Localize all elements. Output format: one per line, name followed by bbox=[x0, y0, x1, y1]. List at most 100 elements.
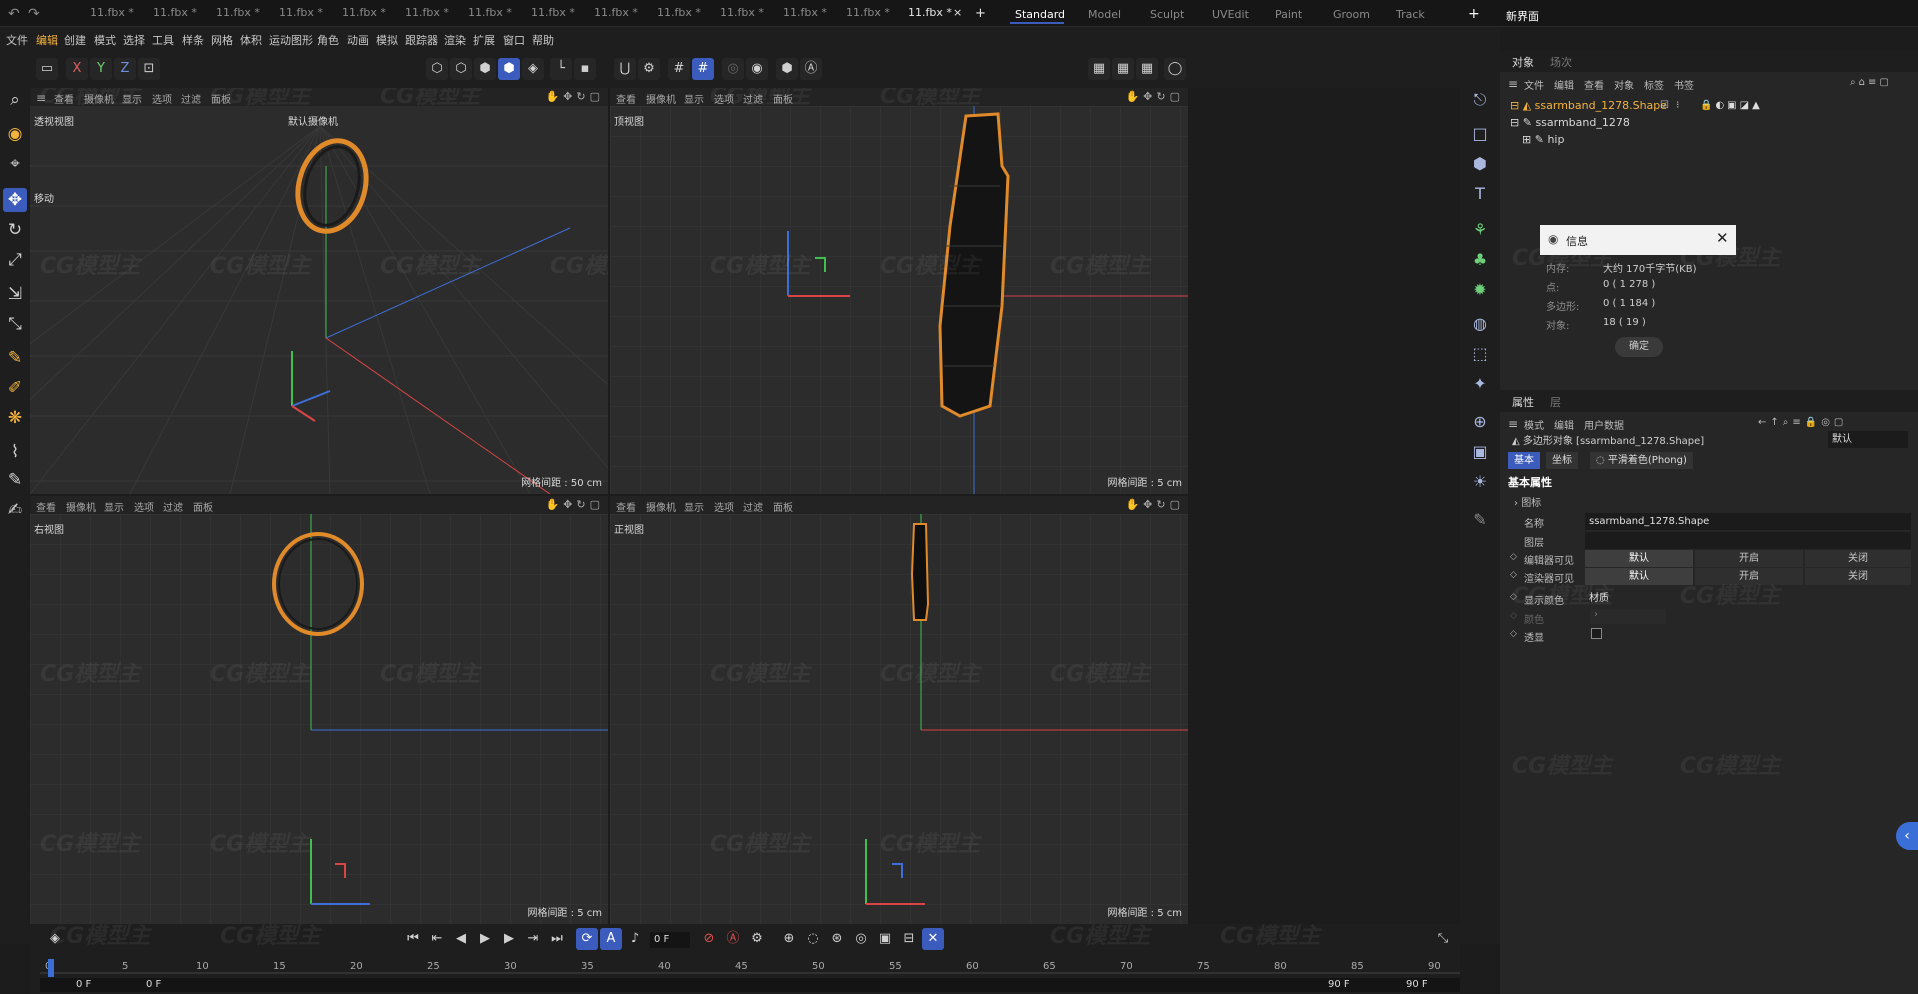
playhead[interactable] bbox=[48, 959, 54, 977]
close-tab-icon[interactable]: × bbox=[953, 6, 962, 22]
attr-menu-edit[interactable]: 编辑 bbox=[1554, 417, 1574, 432]
menu-file[interactable]: 文件 bbox=[6, 32, 28, 48]
coordinate-system-icon[interactable]: ⊡ bbox=[138, 58, 160, 80]
generator-icon[interactable]: ⚘ bbox=[1468, 218, 1492, 242]
scale-tool-icon[interactable]: ⤢ bbox=[3, 248, 27, 272]
live-select-icon[interactable]: ◉ bbox=[3, 122, 27, 146]
om-menu-edit[interactable]: 编辑 bbox=[1554, 77, 1574, 92]
menu-edit[interactable]: 编辑 bbox=[36, 32, 58, 48]
om-search-icons[interactable]: ⌕⌂≡▢ bbox=[1850, 77, 1892, 88]
doc-tab[interactable]: 11.fbx * bbox=[279, 6, 323, 22]
render-region-icon[interactable]: ◎ bbox=[722, 58, 744, 80]
attr-nav-icons[interactable]: ←↑⌕≡🔒◎▢ bbox=[1758, 417, 1847, 428]
vp-menu-display[interactable]: 显示 bbox=[684, 91, 704, 106]
viewport-nav-icons[interactable]: ✋✥↻▢ bbox=[1125, 90, 1184, 103]
doc-tab[interactable]: 11.fbx * bbox=[720, 6, 764, 22]
subtab-basic[interactable]: 基本 bbox=[1508, 452, 1540, 469]
menu-window[interactable]: 窗口 bbox=[503, 32, 525, 48]
vp-menu-camera[interactable]: 摄像机 bbox=[646, 91, 676, 106]
object-mode-icon[interactable]: ⬢ bbox=[498, 58, 520, 80]
add-layout-icon[interactable]: + bbox=[1468, 6, 1480, 22]
keyframe-icon[interactable]: ◇ bbox=[1510, 629, 1517, 639]
hamburger-icon[interactable]: ≡ bbox=[1508, 417, 1518, 431]
target-icon[interactable]: ◉ bbox=[746, 58, 768, 80]
attr-menu-userdata[interactable]: 用户数据 bbox=[1584, 417, 1624, 432]
doc-tab[interactable]: 11.fbx * bbox=[531, 6, 575, 22]
render-view-icon[interactable]: ▦ bbox=[1088, 58, 1110, 80]
menu-volume[interactable]: 体积 bbox=[240, 32, 262, 48]
layout-track[interactable]: Track bbox=[1396, 8, 1425, 21]
tab-attributes[interactable]: 属性 bbox=[1512, 394, 1534, 410]
render-picture-viewer-icon[interactable]: ▦ bbox=[1112, 58, 1134, 80]
play-icon[interactable]: ▶ bbox=[474, 928, 496, 950]
vp-menu-camera[interactable]: 摄像机 bbox=[66, 499, 96, 514]
perspective-viewport[interactable]: ≡ 查看 摄像机 显示 选项 过滤 面板 ✋✥↻▢ 透视视图 默认摄像机 移动 … bbox=[30, 88, 608, 494]
null-object-icon[interactable]: □ bbox=[1468, 122, 1492, 146]
vp-menu-view[interactable]: 查看 bbox=[616, 91, 636, 106]
layout-sculpt[interactable]: Sculpt bbox=[1150, 8, 1184, 21]
vp-menu-camera[interactable]: 摄像机 bbox=[646, 499, 676, 514]
doc-tab[interactable]: 11.fbx * bbox=[216, 6, 260, 22]
tab-takes[interactable]: 场次 bbox=[1550, 54, 1572, 70]
om-menu-view[interactable]: 查看 bbox=[1584, 77, 1604, 92]
layer-field[interactable] bbox=[1585, 532, 1911, 549]
doc-tab[interactable]: 11.fbx * bbox=[342, 6, 386, 22]
vp-menu-filter[interactable]: 过滤 bbox=[181, 91, 201, 106]
redshift-icon[interactable]: ◯ bbox=[1164, 58, 1186, 80]
deformer-icon[interactable]: ◍ bbox=[1468, 312, 1492, 336]
prev-key-icon[interactable]: ⇤ bbox=[426, 928, 448, 950]
hamburger-icon[interactable]: ≡ bbox=[1508, 77, 1518, 91]
layout-paint[interactable]: Paint bbox=[1275, 8, 1302, 21]
menu-simulate[interactable]: 模拟 bbox=[376, 32, 398, 48]
snap-icon[interactable]: # bbox=[692, 58, 714, 80]
ok-button[interactable]: 确定 bbox=[1615, 337, 1663, 357]
lock-y-button[interactable]: Y bbox=[90, 58, 112, 80]
workplane-icon[interactable]: ▪ bbox=[574, 58, 596, 80]
editor-visible-off[interactable]: 关闭 bbox=[1805, 550, 1911, 567]
light-icon[interactable]: ☀ bbox=[1468, 470, 1492, 494]
doc-tab[interactable]: 11.fbx * bbox=[468, 6, 512, 22]
render-settings-icon[interactable]: ▦ bbox=[1136, 58, 1158, 80]
camera-label[interactable]: 默认摄像机 bbox=[288, 113, 338, 128]
om-menu-tags[interactable]: 标签 bbox=[1644, 77, 1664, 92]
editor-visible-default[interactable]: 默认 bbox=[1585, 550, 1693, 567]
om-menu-file[interactable]: 文件 bbox=[1524, 77, 1544, 92]
loop-icon[interactable]: ⟳ bbox=[576, 928, 598, 950]
menu-tools[interactable]: 工具 bbox=[152, 32, 174, 48]
doc-tab[interactable]: 11.fbx * bbox=[153, 6, 197, 22]
menu-tracker[interactable]: 跟踪器 bbox=[405, 32, 438, 48]
menu-mograph[interactable]: 运动图形 bbox=[269, 32, 313, 48]
vp-menu-display[interactable]: 显示 bbox=[104, 499, 124, 514]
layout-uvedit[interactable]: UVEdit bbox=[1212, 8, 1249, 21]
doc-tab[interactable]: 11.fbx * bbox=[405, 6, 449, 22]
go-to-end-icon[interactable]: ⏭ bbox=[546, 928, 568, 950]
right-viewport[interactable]: 查看 摄像机 显示 选项 过滤 面板 ✋✥↻▢ 右视图 网格间距 : 5 cm … bbox=[30, 496, 608, 924]
record-icon[interactable]: ⊘ bbox=[698, 928, 720, 950]
name-field[interactable]: ssarmband_1278.Shape bbox=[1585, 513, 1911, 530]
viewport-nav-icons[interactable]: ✋✥↻▢ bbox=[545, 498, 604, 511]
vp-menu-view[interactable]: 查看 bbox=[36, 499, 56, 514]
icon-group[interactable]: › 图标 bbox=[1514, 494, 1541, 509]
points-mode-icon[interactable]: ⬡ bbox=[426, 58, 448, 80]
vp-menu-view[interactable]: 查看 bbox=[616, 499, 636, 514]
position-key-icon[interactable]: ⊕ bbox=[778, 928, 800, 950]
doc-tab-active[interactable]: 11.fbx * bbox=[908, 6, 952, 22]
om-menu-bookmarks[interactable]: 书签 bbox=[1674, 77, 1694, 92]
motion-tracks-icon[interactable]: ⊟ bbox=[898, 928, 920, 950]
object-tag-icons[interactable]: ☑ ⁝ bbox=[1660, 100, 1681, 111]
menu-create[interactable]: 创建 bbox=[64, 32, 86, 48]
menu-select[interactable]: 选择 bbox=[123, 32, 145, 48]
model-mode-icon[interactable]: ▭ bbox=[36, 58, 58, 80]
range-end[interactable]: 90 F bbox=[1328, 979, 1350, 990]
viewport-nav-icons[interactable]: ✋✥↻▢ bbox=[545, 90, 604, 103]
layout-model[interactable]: Model bbox=[1088, 8, 1121, 21]
lod-icon[interactable]: Ⓐ bbox=[800, 58, 822, 80]
tab-objects[interactable]: 对象 bbox=[1512, 54, 1534, 70]
add-tab-icon[interactable]: + bbox=[975, 6, 986, 22]
axis-mode-icon[interactable]: └ bbox=[550, 58, 572, 80]
object-row[interactable]: ⊟ ✎ ssarmband_1278 bbox=[1510, 116, 1630, 129]
timeline-window-icon[interactable]: ⤡ bbox=[1432, 928, 1454, 950]
cube-icon[interactable]: ⬢ bbox=[1468, 152, 1492, 176]
vp-menu-display[interactable]: 显示 bbox=[684, 499, 704, 514]
param-key-icon[interactable]: ◎ bbox=[850, 928, 872, 950]
